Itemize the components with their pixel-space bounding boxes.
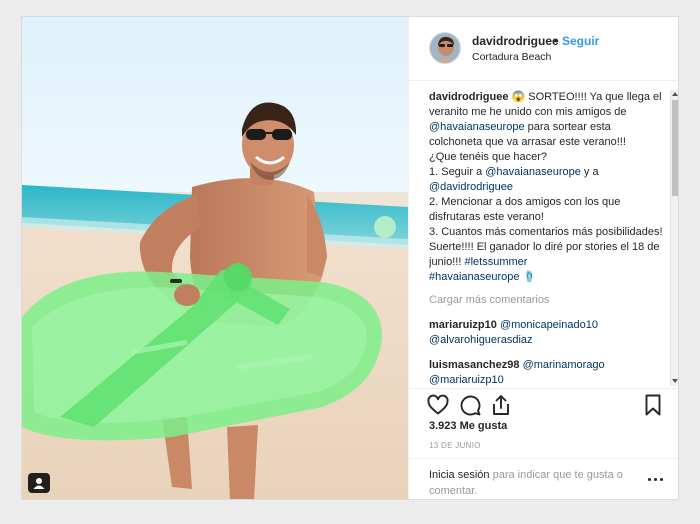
action-bar: [409, 388, 678, 420]
caption-text-3: y a: [580, 166, 599, 178]
option-dot: [654, 477, 657, 481]
caption-username[interactable]: davidrodriguee: [429, 91, 508, 103]
share-icon[interactable]: [489, 393, 513, 417]
user-tag-icon[interactable]: [28, 473, 50, 493]
location-link[interactable]: Cortadura Beach: [472, 51, 551, 63]
mention-link[interactable]: @havaianaseurope: [485, 166, 581, 178]
more-options-icon[interactable]: [648, 474, 664, 484]
scrollbar-thumb[interactable]: [672, 100, 678, 196]
comment-icon[interactable]: [458, 393, 482, 417]
comment-username[interactable]: mariaruizp10: [429, 319, 497, 331]
login-link[interactable]: Inicia sesión: [429, 469, 490, 481]
comment-username[interactable]: luismasanchez98: [429, 359, 520, 371]
post-caption: davidrodriguee 😱 SORTEO!!!! Ya que llega…: [429, 90, 667, 285]
load-more-comments-button[interactable]: Cargar más comentarios: [429, 293, 667, 308]
beach-photo-illustration: [22, 17, 408, 499]
heart-icon[interactable]: [426, 393, 450, 417]
comment-item: luismasanchez98 @marinamorago @mariaruiz…: [429, 358, 667, 386]
login-prompt: Inicia sesión para indicar que te gusta …: [409, 458, 678, 499]
scroll-up-arrow-icon[interactable]: [672, 92, 678, 96]
post-header: davidrodriguee • Seguir Cortadura Beach: [409, 17, 678, 81]
bookmark-icon[interactable]: [641, 393, 665, 417]
login-prompt-text: Inicia sesión para indicar que te gusta …: [429, 467, 639, 499]
hashtag-link[interactable]: #havaianaseurope: [429, 271, 520, 283]
comment-item: mariaruizp10 @monicapeinado10 @alvarohig…: [429, 318, 667, 348]
option-dot: [648, 477, 651, 481]
likes-count[interactable]: 3.923 Me gusta: [429, 420, 507, 432]
post-date: 13 DE JUNIO: [429, 441, 481, 450]
post-photo[interactable]: [22, 17, 408, 499]
mention-link[interactable]: @havaianaseurope: [429, 121, 525, 133]
comments-scrollbar[interactable]: [670, 90, 678, 386]
post-side-panel: davidrodriguee • Seguir Cortadura Beach …: [408, 17, 678, 499]
follow-button[interactable]: Seguir: [562, 34, 599, 48]
separator-dot: •: [554, 34, 559, 48]
avatar[interactable]: [429, 32, 461, 64]
post-author-username[interactable]: davidrodriguee: [472, 34, 559, 48]
mention-link[interactable]: @davidrodriguee: [429, 181, 513, 193]
option-dot: [660, 477, 663, 481]
caption-text-6: 🩴: [519, 271, 537, 283]
post-card: davidrodriguee • Seguir Cortadura Beach …: [21, 16, 679, 500]
scroll-down-arrow-icon[interactable]: [672, 379, 678, 383]
comments-list[interactable]: davidrodriguee 😱 SORTEO!!!! Ya que llega…: [429, 90, 667, 386]
hashtag-link[interactable]: #letssummer: [464, 256, 527, 268]
